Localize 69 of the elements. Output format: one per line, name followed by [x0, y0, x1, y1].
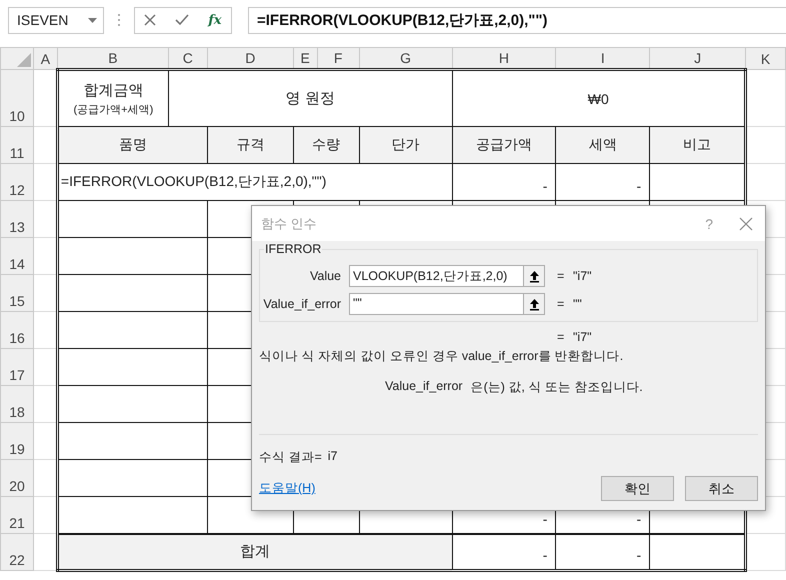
argument-result: "" — [573, 297, 582, 311]
equals-sign: = — [557, 297, 566, 311]
column-header-cell: 품명 — [57, 126, 208, 164]
column-header[interactable]: E — [293, 48, 318, 70]
close-icon[interactable] — [739, 216, 753, 230]
row-header[interactable]: 15 — [0, 274, 34, 312]
formula-bar[interactable]: =IFERROR(VLOOKUP(B12,단가표,2,0),"") — [248, 6, 786, 34]
cancel-button[interactable]: 취소 — [685, 476, 758, 501]
column-header-cell: 규격 — [207, 126, 294, 164]
close-icon[interactable] — [144, 14, 156, 26]
row-header[interactable]: 17 — [0, 348, 34, 386]
row-header[interactable]: 11 — [0, 126, 34, 164]
insert-function-button[interactable]: fx — [208, 12, 222, 28]
row-header[interactable]: 18 — [0, 386, 34, 422]
column-header[interactable]: C — [168, 48, 208, 70]
column-header[interactable]: B — [57, 48, 168, 70]
function-name: IFERROR — [264, 242, 322, 256]
formula-result: i7 — [328, 449, 338, 465]
row-header[interactable]: 14 — [0, 238, 34, 274]
total-amount-note: (공급가액+세액) — [74, 102, 154, 116]
column-header-cell: 단가 — [359, 126, 452, 164]
table-cell: - — [452, 534, 556, 570]
checkmark-icon[interactable] — [175, 14, 190, 26]
total-label: 합계 — [57, 534, 452, 570]
formula-result-label: 수식 결과= — [259, 449, 322, 466]
column-header[interactable]: G — [359, 48, 452, 70]
cell-editor[interactable]: =IFERROR(VLOOKUP(B12,단가표,2,0),"") — [57, 164, 452, 200]
row-header[interactable]: 22 — [0, 534, 34, 570]
column-header-cell: 수량 — [293, 126, 360, 164]
name-box[interactable]: ISEVEN — [8, 6, 104, 34]
column-header[interactable]: J — [650, 48, 746, 70]
total-amount-label: 합계금액 — [83, 80, 144, 100]
row-header[interactable]: 10 — [0, 70, 34, 126]
dialog-title: 함수 인수 — [261, 214, 318, 232]
column-header[interactable]: I — [556, 48, 650, 70]
argument-field[interactable]: "" — [349, 293, 545, 315]
column-header-cell: 비고 — [650, 126, 746, 164]
ok-button[interactable]: 확인 — [601, 476, 674, 501]
argument-name: Value_if_error — [385, 379, 463, 395]
column-header-cell: 공급가액 — [452, 126, 556, 164]
column-header-cell: 세액 — [556, 126, 650, 164]
argument-label: Value — [308, 269, 342, 283]
column-header[interactable]: K — [746, 48, 786, 70]
argument-description: 은(는) 값, 식 또는 참조입니다. — [470, 379, 643, 396]
function-description: 식이나 식 자체의 값이 오류인 경우 value_if_error를 반환합니다. — [259, 348, 624, 365]
table-cell: - — [556, 164, 650, 200]
argument-label: Value_if_error — [262, 297, 342, 311]
column-header[interactable]: A — [33, 48, 58, 70]
column-header[interactable]: F — [317, 48, 360, 70]
grip-icon — [117, 13, 121, 27]
equals-sign: = — [557, 269, 566, 283]
table-cell: - — [556, 534, 650, 570]
collapse-dialog-icon — [528, 270, 540, 282]
function-result: "i7" — [573, 330, 592, 344]
row-header[interactable]: 13 — [0, 200, 34, 238]
row-header[interactable]: 12 — [0, 164, 34, 200]
equals-sign: = — [557, 330, 566, 344]
help-link[interactable]: 도움말(H) — [259, 480, 590, 497]
row-header[interactable]: 21 — [0, 496, 34, 534]
argument-field[interactable]: VLOOKUP(B12,단가표,2,0) — [349, 265, 545, 287]
dropdown-caret-icon — [88, 18, 97, 22]
collapse-dialog-icon — [528, 298, 540, 310]
row-header[interactable]: 20 — [0, 460, 34, 496]
table-cell: - — [452, 164, 556, 200]
column-header[interactable]: H — [452, 48, 556, 70]
column-header[interactable]: D — [207, 48, 294, 70]
row-header[interactable]: 16 — [0, 312, 34, 348]
row-header[interactable]: 19 — [0, 422, 34, 460]
argument-result: "i7" — [573, 269, 592, 283]
